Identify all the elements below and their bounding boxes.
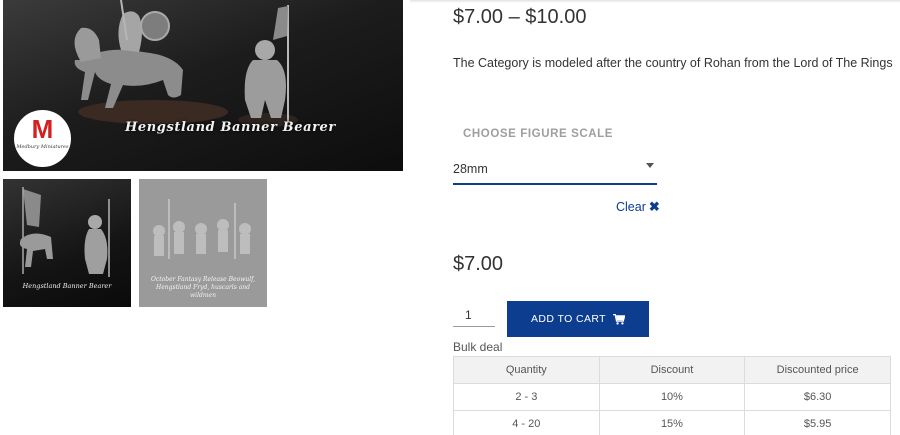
- price-range: $7.00 – $10.00: [453, 6, 587, 28]
- table-row: 2 - 3 10% $6.30: [453, 383, 891, 411]
- thumbnail-2-caption: October Fantasy Release Beowulf, Hengstl…: [150, 276, 256, 299]
- logo-letter: M: [31, 114, 54, 144]
- column-header-quantity: Quantity: [453, 356, 600, 384]
- cell-discounted-price: $6.30: [744, 383, 891, 411]
- cell-discount: 10%: [598, 383, 746, 411]
- logo-subtitle: Medbury Miniatures: [16, 144, 69, 150]
- product-description: The Category is modeled after the countr…: [453, 56, 893, 70]
- table-row: 4 - 20 15% $5.95: [453, 410, 891, 435]
- add-to-cart-button[interactable]: ADD TO CART: [507, 301, 649, 337]
- thumbnail-1-caption: Hengstland Banner Bearer: [22, 282, 112, 290]
- cell-quantity: 2 - 3: [453, 383, 600, 411]
- close-icon: ✖: [648, 199, 660, 214]
- figure-scale-select[interactable]: 28mm: [453, 155, 657, 185]
- figure-scale-value: 28mm: [453, 162, 488, 176]
- chevron-down-icon: [646, 163, 654, 168]
- thumbnail-1[interactable]: Hengstland Banner Bearer: [3, 179, 131, 307]
- figure-scale-label: CHOOSE FIGURE SCALE: [463, 128, 614, 140]
- clear-selection-link[interactable]: Clear ✖: [616, 199, 660, 215]
- bulk-deal-table: Quantity Discount Discounted price 2 - 3…: [453, 356, 891, 435]
- thumbnail-2[interactable]: October Fantasy Release Beowulf, Hengstl…: [139, 179, 267, 307]
- quantity-input[interactable]: [453, 304, 495, 327]
- selected-price: $7.00: [453, 253, 504, 275]
- column-header-discount: Discount: [598, 356, 746, 384]
- cell-discount: 15%: [598, 410, 746, 435]
- column-header-discounted-price: Discounted price: [744, 356, 891, 384]
- clear-label: Clear: [616, 200, 646, 214]
- bulk-deal-label: Bulk deal: [453, 340, 503, 354]
- shopping-cart-icon: [613, 313, 625, 325]
- cell-quantity: 4 - 20: [453, 410, 600, 435]
- cell-discounted-price: $5.95: [744, 410, 891, 435]
- table-header-row: Quantity Discount Discounted price: [453, 356, 891, 384]
- header-shadow: [410, 0, 900, 3]
- brand-logo: M Medbury Miniatures: [14, 110, 71, 167]
- main-image-caption: Hengstland Banner Bearer: [125, 120, 336, 135]
- product-main-image[interactable]: Hengstland Banner Bearer M Medbury Minia…: [3, 0, 403, 171]
- add-to-cart-label: ADD TO CART: [531, 313, 606, 325]
